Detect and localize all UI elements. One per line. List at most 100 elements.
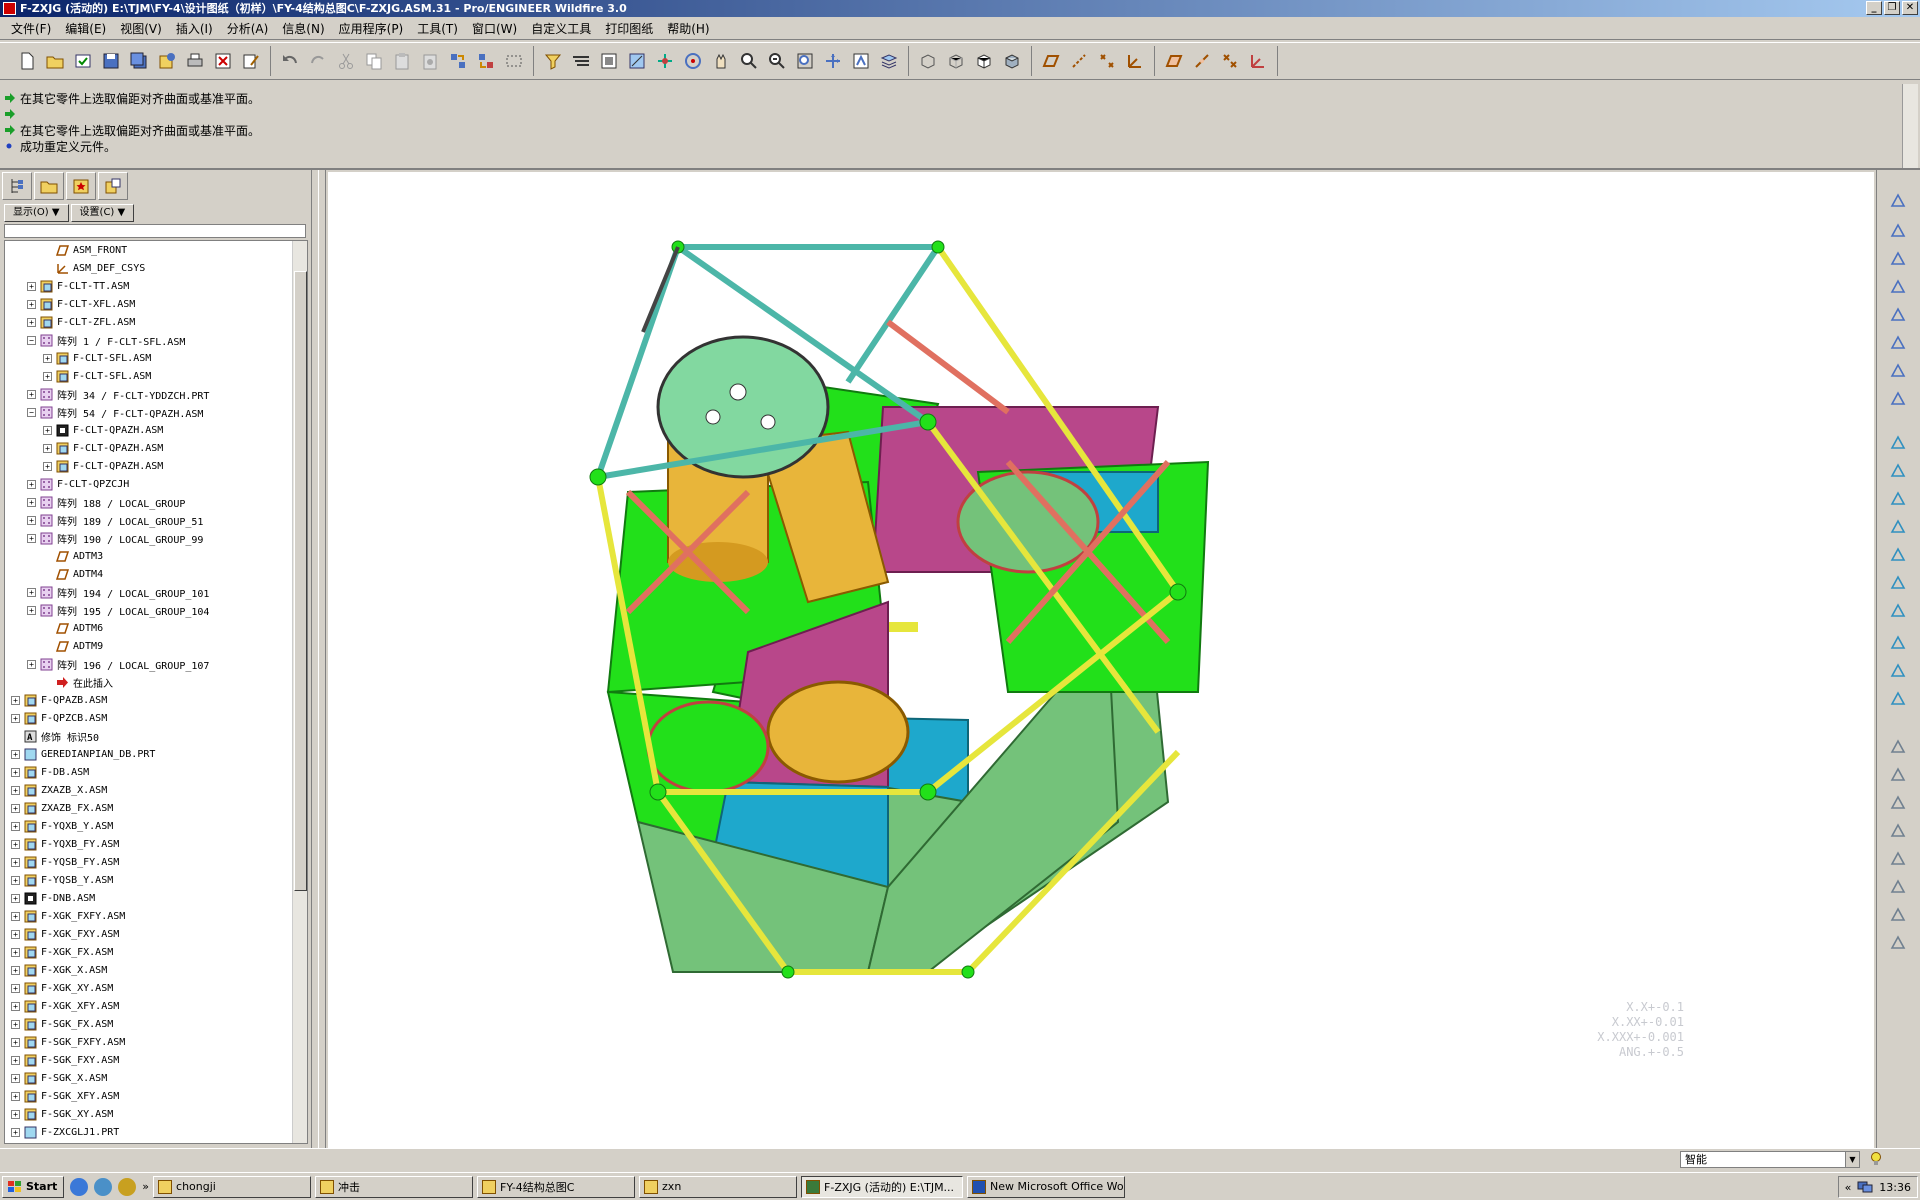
zoom-in-icon[interactable] [736,48,762,74]
hole-tool-icon[interactable] [1887,544,1909,566]
message-scrollbar[interactable] [1902,84,1918,168]
datum-plane-tool-icon[interactable] [1161,48,1187,74]
sweep-tool-icon[interactable] [1887,488,1909,510]
redo-icon[interactable] [305,48,331,74]
offset-tool-icon[interactable] [1887,876,1909,898]
datum-axis-display-icon[interactable] [1066,48,1092,74]
draft-tool-icon[interactable] [1887,632,1909,654]
new-file-icon[interactable] [14,48,40,74]
pan-hand-icon[interactable] [708,48,734,74]
open-session-icon[interactable] [70,48,96,74]
tree-row[interactable]: + F-SGK_FXY.ASM [5,1051,293,1069]
save-icon[interactable] [98,48,124,74]
tree-row[interactable]: ADTM9 [5,637,293,655]
expand-node-icon[interactable]: + [11,1019,20,1029]
expand-node-icon[interactable]: + [11,1109,20,1119]
tree-row[interactable]: ADTM6 [5,619,293,637]
restore-button[interactable]: ❐ [1884,1,1900,15]
tree-row[interactable]: + F-DB.ASM [5,763,293,781]
datum-point-display-icon[interactable] [1094,48,1120,74]
connections-tab[interactable] [98,172,128,200]
expand-node-icon[interactable]: + [11,875,20,885]
menu-view[interactable]: 视图(V) [113,20,169,37]
expand-node-icon[interactable]: + [11,1001,20,1011]
expand-node-icon[interactable]: + [27,587,36,597]
datum-axis-tool-icon[interactable] [1887,248,1909,270]
tree-filter-bar[interactable] [4,224,306,238]
tree-row[interactable]: + ZXAZB_X.ASM [5,781,293,799]
tree-row[interactable]: + 阵列 189 / LOCAL_GROUP_51 [5,511,293,529]
tree-row[interactable]: + F-XGK_XY.ASM [5,979,293,997]
csys-tool-icon[interactable] [1245,48,1271,74]
layers-icon[interactable] [876,48,902,74]
tree-row[interactable]: + 阵列 196 / LOCAL_GROUP_107 [5,655,293,673]
shell-tool-icon[interactable] [1887,572,1909,594]
spin-center-icon[interactable] [680,48,706,74]
tree-row[interactable]: + F-YQXB_FY.ASM [5,835,293,853]
expand-node-icon[interactable]: + [11,695,20,705]
expand-node-icon[interactable]: + [27,659,36,669]
expand-node-icon[interactable]: + [27,533,36,543]
datum-point-tool-icon[interactable] [1887,304,1909,326]
expand-node-icon[interactable]: + [27,479,36,489]
menu-edit[interactable]: 编辑(E) [58,20,113,37]
tree-row[interactable]: + F-XGK_FXY.ASM [5,925,293,943]
tree-row[interactable]: + F-ZXCGLJ1.PRT [5,1123,293,1141]
extrude-tool-icon[interactable] [1887,432,1909,454]
saved-views-icon[interactable] [848,48,874,74]
tree-row[interactable]: + F-XGK_FX.ASM [5,943,293,961]
datum-plane-tool-icon[interactable] [1887,220,1909,242]
tree-row[interactable]: + F-CLT-XFL.ASM [5,295,293,313]
expand-node-icon[interactable]: + [43,443,52,453]
taskbar-item[interactable]: F-ZXJG (活动的) E:\TJM... [801,1175,964,1198]
tree-row[interactable]: + F-CLT-QPAZH.ASM [5,457,293,475]
expand-node-icon[interactable]: + [11,965,20,975]
tree-row[interactable]: + F-YQXB_Y.ASM [5,817,293,835]
undo-icon[interactable] [277,48,303,74]
no-hidden-icon[interactable] [971,48,997,74]
datum-axis-tool-icon[interactable] [1189,48,1215,74]
expand-node-icon[interactable]: + [43,353,52,363]
tree-row[interactable]: ADTM3 [5,547,293,565]
tree-row[interactable]: + F-XGK_FXFY.ASM [5,907,293,925]
model-tree-settings-icon[interactable] [596,48,622,74]
expand-node-icon[interactable]: + [43,425,52,435]
layer-display-icon[interactable] [568,48,594,74]
menu-window[interactable]: 窗口(W) [465,20,524,37]
expand-node-icon[interactable]: + [11,785,20,795]
blend-tool-icon[interactable] [1887,516,1909,538]
datum-plane-display-icon[interactable] [1038,48,1064,74]
tree-row[interactable]: ADTM4 [5,565,293,583]
expand-node-icon[interactable]: + [27,605,36,615]
expand-node-icon[interactable]: + [43,371,52,381]
tree-row[interactable]: + F-CLT-QPAZH.ASM [5,439,293,457]
model-tree-tab[interactable] [2,172,32,200]
expand-node-icon[interactable]: + [27,317,36,327]
tree-row[interactable]: + F-SGK_FXFY.ASM [5,1033,293,1051]
tree-row[interactable]: ASM_DEF_CSYS [5,259,293,277]
refit-icon[interactable] [792,48,818,74]
tree-row[interactable]: + F-CLT-QPAZH.ASM [5,421,293,439]
tree-row[interactable]: + F-XGK_XFY.ASM [5,997,293,1015]
expand-node-icon[interactable]: + [11,983,20,993]
tree-row[interactable]: + F-DNB.ASM [5,889,293,907]
expand-node-icon[interactable]: + [11,1037,20,1047]
tree-row[interactable]: + F-CLT-SFL.ASM [5,349,293,367]
tree-row[interactable]: − 阵列 1 / F-CLT-SFL.ASM [5,331,293,349]
csys-tool-icon[interactable] [1887,360,1909,382]
mirror-tool-icon[interactable] [1887,764,1909,786]
backup-icon[interactable] [154,48,180,74]
clock[interactable]: 13:36 [1879,1181,1911,1194]
thicken-tool-icon[interactable] [1887,904,1909,926]
wireframe-icon[interactable] [915,48,941,74]
tray-expand-icon[interactable]: « [1845,1181,1852,1194]
expand-node-icon[interactable]: + [11,911,20,921]
expand-node-icon[interactable]: + [11,1055,20,1065]
trim-tool-icon[interactable] [1887,820,1909,842]
menu-info[interactable]: 信息(N) [275,20,331,37]
regenerate-icon[interactable] [445,48,471,74]
app-quicklaunch-icon[interactable] [118,1177,137,1196]
tree-row[interactable]: + F-CLT-SFL.ASM [5,367,293,385]
hidden-line-icon[interactable] [943,48,969,74]
regen-manager-icon[interactable] [473,48,499,74]
